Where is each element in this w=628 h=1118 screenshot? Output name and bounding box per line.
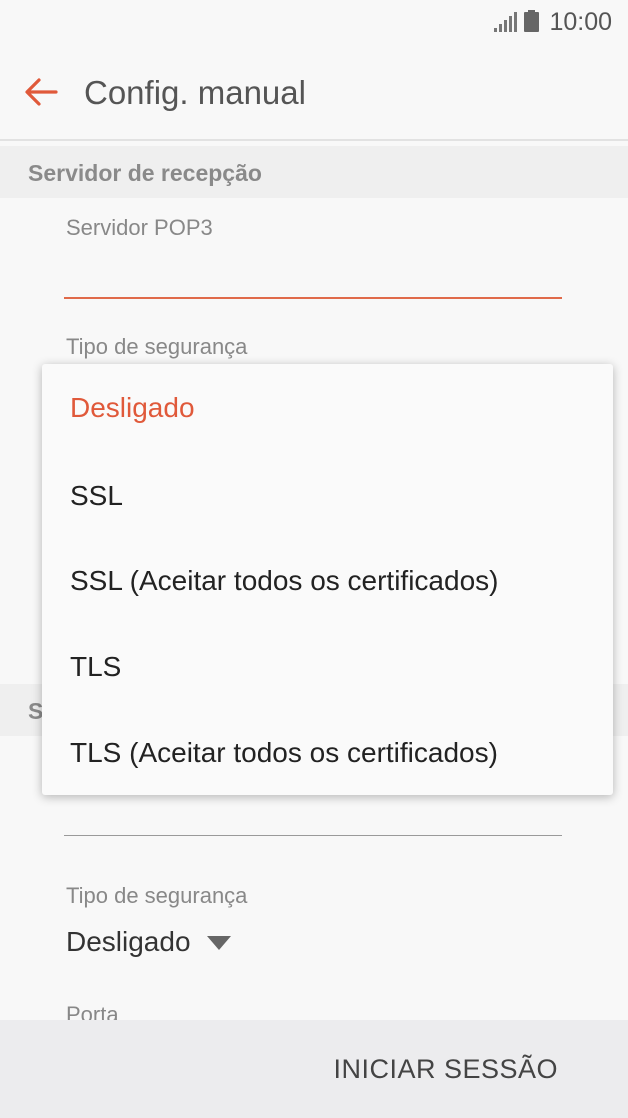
option-ssl[interactable]: SSL <box>70 480 123 512</box>
battery-icon <box>524 10 539 32</box>
outgoing-security-label: Tipo de segurança <box>66 883 248 908</box>
option-tls[interactable]: TLS <box>70 651 121 683</box>
status-bar: 10:00 <box>0 0 628 46</box>
pop3-server-label: Servidor POP3 <box>66 215 213 240</box>
caret-down-icon <box>207 936 231 950</box>
app-bar: Config. manual <box>0 46 628 140</box>
section-header-incoming: Servidor de recepção <box>0 146 628 198</box>
app-bar-divider <box>0 139 628 141</box>
smtp-server-input[interactable] <box>64 835 562 836</box>
option-desligado[interactable]: Desligado <box>70 392 195 424</box>
signin-button[interactable]: INICIAR SESSÃO <box>333 1054 558 1085</box>
page-title: Config. manual <box>84 74 306 111</box>
outgoing-security-value: Desligado <box>66 926 191 957</box>
option-tls-accept-all[interactable]: TLS (Aceitar todos os certificados) <box>70 737 498 769</box>
section-title-incoming: Servidor de recepção <box>28 160 262 186</box>
signal-icon <box>494 12 517 32</box>
back-arrow-icon[interactable] <box>22 73 60 111</box>
incoming-security-label: Tipo de segurança <box>66 334 248 359</box>
status-time: 10:00 <box>549 8 612 36</box>
option-ssl-accept-all[interactable]: SSL (Aceitar todos os certificados) <box>70 565 498 597</box>
security-type-popup: Desligado SSL SSL (Aceitar todos os cert… <box>42 364 613 795</box>
bottom-bar: INICIAR SESSÃO <box>0 1020 628 1118</box>
pop3-server-input[interactable] <box>64 297 562 299</box>
